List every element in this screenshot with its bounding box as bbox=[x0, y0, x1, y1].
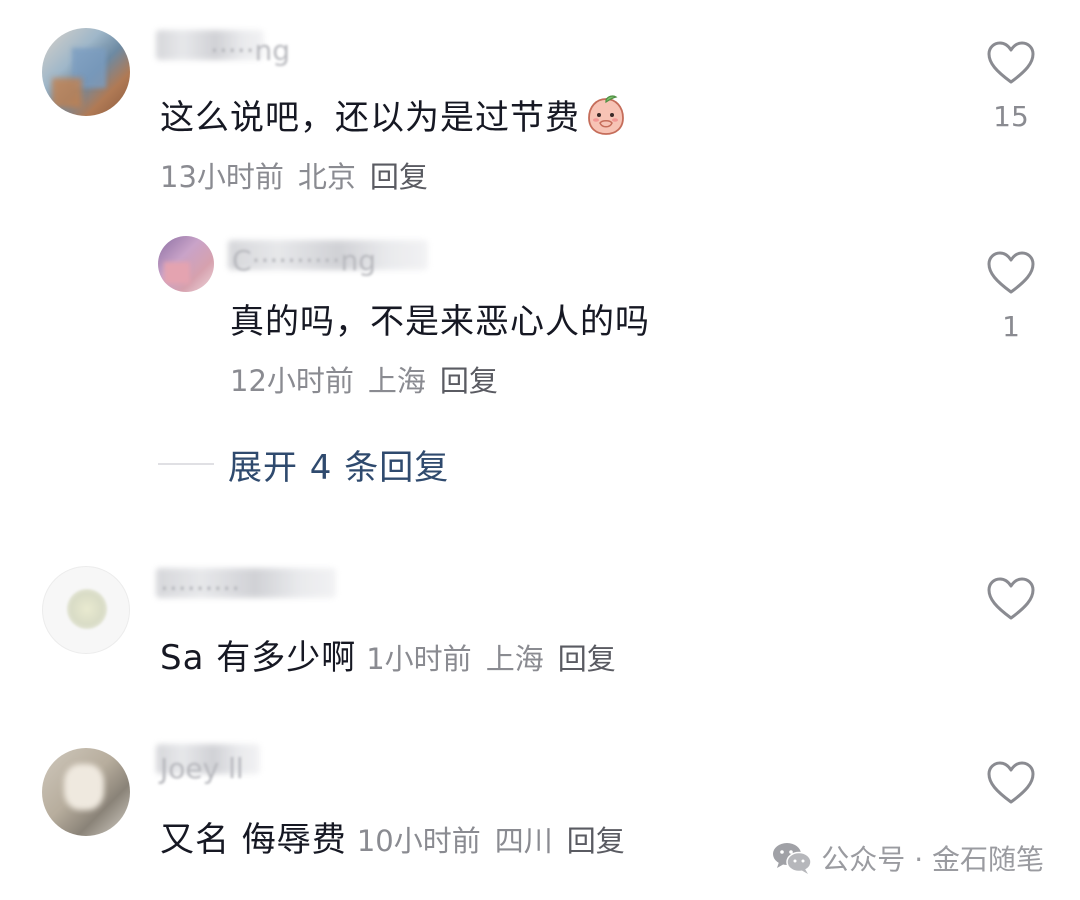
location: 上海 bbox=[367, 364, 426, 398]
timestamp: 1小时前 bbox=[366, 642, 472, 676]
wechat-icon bbox=[773, 843, 813, 874]
comment-body: 这么说吧，还以为是过节费 bbox=[160, 98, 580, 138]
peach-sticker-icon bbox=[588, 95, 624, 135]
comment-meta: 1小时前 上海 回复 bbox=[366, 642, 629, 676]
comment-meta: 12小时前 上海 回复 bbox=[230, 358, 512, 400]
location: 四川 bbox=[494, 824, 553, 858]
avatar[interactable] bbox=[42, 748, 130, 836]
avatar[interactable] bbox=[42, 28, 130, 116]
comment-text: Sa 有多少啊 1小时前 上海 回复 bbox=[160, 630, 630, 679]
heart-icon bbox=[987, 41, 1035, 84]
watermark-text: 公众号 · 金石随笔 bbox=[821, 843, 1044, 876]
comment-meta: 10小时前 四川 回复 bbox=[357, 824, 639, 858]
location: 北京 bbox=[297, 160, 356, 194]
timestamp: 13小时前 bbox=[160, 160, 284, 194]
like-button[interactable] bbox=[986, 250, 1036, 296]
reply-button[interactable]: 回复 bbox=[440, 364, 498, 398]
expand-divider bbox=[158, 463, 214, 465]
like-count: 1 bbox=[1002, 310, 1020, 343]
comment-text: 又名 侮辱费 10小时前 四川 回复 bbox=[160, 812, 639, 861]
timestamp: 10小时前 bbox=[356, 824, 481, 858]
comment-text: 这么说吧，还以为是过节费 bbox=[160, 90, 628, 139]
heart-icon bbox=[987, 761, 1035, 804]
like-button[interactable] bbox=[986, 576, 1036, 622]
avatar[interactable] bbox=[158, 236, 214, 292]
expand-replies-link[interactable]: 展开 4 条回复 bbox=[228, 440, 449, 489]
comment-body: Sa 有多少啊 bbox=[160, 638, 357, 678]
reply-button[interactable]: 回复 bbox=[567, 824, 625, 858]
username[interactable]: ·····ng bbox=[210, 34, 290, 67]
avatar[interactable] bbox=[42, 566, 130, 654]
comment-meta: 13小时前 北京 回复 bbox=[160, 154, 442, 196]
comment-body: 又名 侮辱费 bbox=[160, 820, 347, 860]
username[interactable]: Joey ll bbox=[160, 752, 244, 785]
reply-button[interactable]: 回复 bbox=[558, 642, 616, 676]
like-button[interactable] bbox=[986, 40, 1036, 86]
like-button[interactable] bbox=[986, 760, 1036, 806]
reply-button[interactable]: 回复 bbox=[370, 160, 428, 194]
username[interactable]: ········· bbox=[160, 572, 240, 605]
heart-icon bbox=[987, 251, 1035, 294]
watermark: 公众号 · 金石随笔 bbox=[771, 838, 1044, 878]
heart-icon bbox=[987, 577, 1035, 620]
timestamp: 12小时前 bbox=[230, 364, 354, 398]
comment-text: 真的吗，不是来恶心人的吗 bbox=[230, 302, 650, 342]
username[interactable]: C··········ng bbox=[232, 244, 376, 277]
location: 上海 bbox=[485, 642, 544, 676]
like-count: 15 bbox=[993, 100, 1029, 133]
sun-icon bbox=[67, 589, 107, 629]
